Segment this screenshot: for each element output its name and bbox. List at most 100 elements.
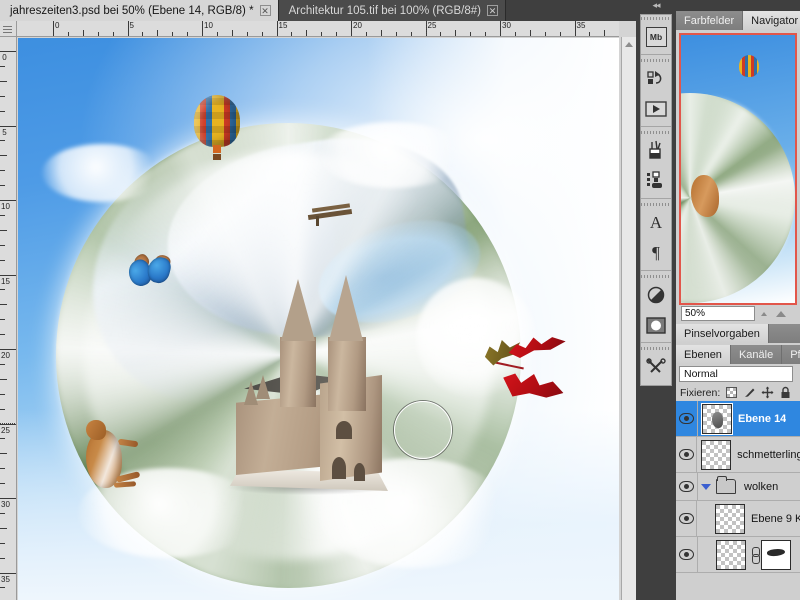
ruler-label: 35	[576, 21, 586, 30]
rail-icon-group: Mb A ¶	[640, 14, 672, 386]
layer-visibility-toggle[interactable]	[676, 473, 698, 500]
ruler-tick-major	[53, 21, 54, 36]
ruler-tick-minor	[142, 32, 144, 36]
table-row[interactable]	[676, 537, 800, 573]
ruler-tick-major	[127, 21, 129, 36]
vertical-ruler[interactable]: 0 5 10 15 20 25 30 35	[0, 37, 17, 600]
dock-title-bar	[676, 0, 800, 11]
clone-source-icon[interactable]	[641, 166, 671, 196]
ruler-tick-minor	[544, 32, 546, 36]
divider	[641, 126, 671, 127]
tool-presets-icon[interactable]	[641, 352, 671, 382]
close-icon[interactable]: ✕	[259, 5, 271, 16]
ruler-tick-minor	[0, 542, 5, 544]
collapse-panels-button[interactable]: ◂◂	[636, 0, 676, 11]
tab-kanaele[interactable]: Kanäle	[730, 345, 783, 364]
layer-visibility-toggle[interactable]	[676, 437, 698, 472]
horizontal-ruler[interactable]: 0510152025303540	[17, 21, 619, 37]
eye-icon	[679, 413, 694, 424]
rail-drag-handle[interactable]	[641, 345, 671, 352]
masks-icon[interactable]	[641, 310, 671, 340]
paragraph-icon[interactable]: ¶	[641, 238, 671, 268]
layer-visibility-toggle[interactable]	[676, 537, 698, 572]
chevron-down-icon[interactable]	[701, 483, 711, 490]
canvas-vertical-scrollbar[interactable]	[621, 37, 636, 600]
ruler-label: 0	[2, 53, 7, 62]
ruler-tick-minor	[0, 453, 7, 455]
rail-drag-handle[interactable]	[641, 57, 671, 64]
cathedral-spire-small-b	[244, 381, 258, 405]
ruler-origin-corner[interactable]	[0, 21, 17, 37]
ruler-tick-minor	[82, 30, 84, 36]
ruler-tick-minor	[0, 408, 5, 410]
tab-pinselvorgaben[interactable]: Pinselvorgaben	[676, 324, 769, 343]
document-tab-jahreszeiten3[interactable]: jahreszeiten3.psd bei 50% (Ebene 14, RGB…	[0, 0, 279, 21]
layer-visibility-toggle[interactable]	[676, 501, 698, 536]
ruler-tick-minor	[365, 32, 367, 36]
scroll-up-icon[interactable]	[622, 37, 636, 51]
ruler-tick-minor	[410, 32, 412, 36]
layer-name: wolken	[744, 480, 779, 493]
table-row[interactable]: Ebene 9 K	[676, 501, 800, 537]
layer-name: Ebene 9 K	[751, 512, 800, 525]
lock-label: Fixieren:	[680, 386, 721, 399]
mini-bridge-icon[interactable]: Mb	[641, 22, 671, 52]
tab-farbfelder[interactable]: Farbfelder	[676, 11, 744, 30]
document-tab-bar: jahreszeiten3.psd bei 50% (Ebene 14, RGB…	[0, 0, 636, 21]
table-row[interactable]: wolken	[676, 473, 800, 501]
ruler-tick-major	[0, 498, 16, 499]
link-mask-icon[interactable]	[751, 546, 760, 564]
rail-drag-handle[interactable]	[641, 273, 671, 280]
rail-drag-handle[interactable]	[641, 201, 671, 208]
ruler-label: 15	[1, 276, 10, 286]
cow	[80, 420, 141, 502]
masks-glyph	[646, 316, 666, 334]
position-lock-icon[interactable]	[761, 386, 774, 399]
transparency-lock-icon[interactable]	[725, 386, 738, 399]
ruler-tick-minor	[604, 30, 606, 36]
close-icon[interactable]: ✕	[486, 5, 498, 16]
layer-thumbnail[interactable]	[701, 439, 732, 470]
cathedral-portal	[332, 457, 346, 479]
tab-navigator[interactable]: Navigator	[743, 11, 800, 30]
clone-source-glyph	[647, 171, 662, 188]
rail-drag-handle[interactable]	[641, 129, 671, 136]
ruler-tick-minor	[0, 110, 5, 112]
table-row[interactable]: Ebene 14	[676, 401, 800, 437]
eye-icon	[678, 449, 694, 460]
actions-icon[interactable]	[641, 94, 671, 124]
tab-pfade[interactable]: Pfade	[782, 345, 800, 364]
layer-thumbnail[interactable]	[701, 402, 733, 435]
ruler-tick-major	[0, 572, 16, 574]
ruler-tick-minor	[336, 32, 338, 36]
brush-presets-icon[interactable]	[641, 136, 671, 166]
document-tab-architektur105[interactable]: Architektur 105.tif bei 100% (RGB/8#) ✕	[278, 0, 506, 21]
ruler-guide-mark	[426, 21, 427, 36]
ruler-label: 10	[204, 21, 213, 30]
zoom-out-icon[interactable]	[761, 311, 767, 316]
image-canvas[interactable]	[18, 38, 619, 600]
ruler-label: 20	[353, 21, 362, 30]
ruler-tick-major	[500, 21, 501, 36]
ruler-tick-minor	[440, 32, 442, 36]
adjustments-icon[interactable]	[641, 280, 671, 310]
layer-thumbnail[interactable]	[716, 539, 746, 570]
layer-mask-thumbnail[interactable]	[761, 539, 791, 570]
ruler-tick-minor	[0, 319, 5, 321]
ruler-tick-major	[574, 21, 576, 36]
layer-visibility-toggle[interactable]	[676, 401, 698, 436]
rail-drag-handle[interactable]	[641, 15, 671, 22]
zoom-slider[interactable]	[758, 310, 795, 317]
all-lock-icon[interactable]	[779, 386, 792, 399]
image-lock-icon[interactable]	[743, 386, 756, 399]
zoom-level-input[interactable]: 50%	[681, 306, 755, 321]
layer-thumbnail[interactable]	[715, 503, 746, 534]
eye-icon	[679, 549, 694, 560]
navigator-thumbnail[interactable]	[679, 33, 797, 305]
tab-ebenen[interactable]: Ebenen	[676, 345, 731, 364]
table-row[interactable]: schmetterling	[676, 437, 800, 473]
character-icon[interactable]: A	[641, 208, 671, 238]
blend-mode-select[interactable]: Normal	[679, 366, 793, 382]
zoom-in-icon[interactable]	[776, 310, 786, 317]
history-icon[interactable]	[641, 64, 671, 94]
